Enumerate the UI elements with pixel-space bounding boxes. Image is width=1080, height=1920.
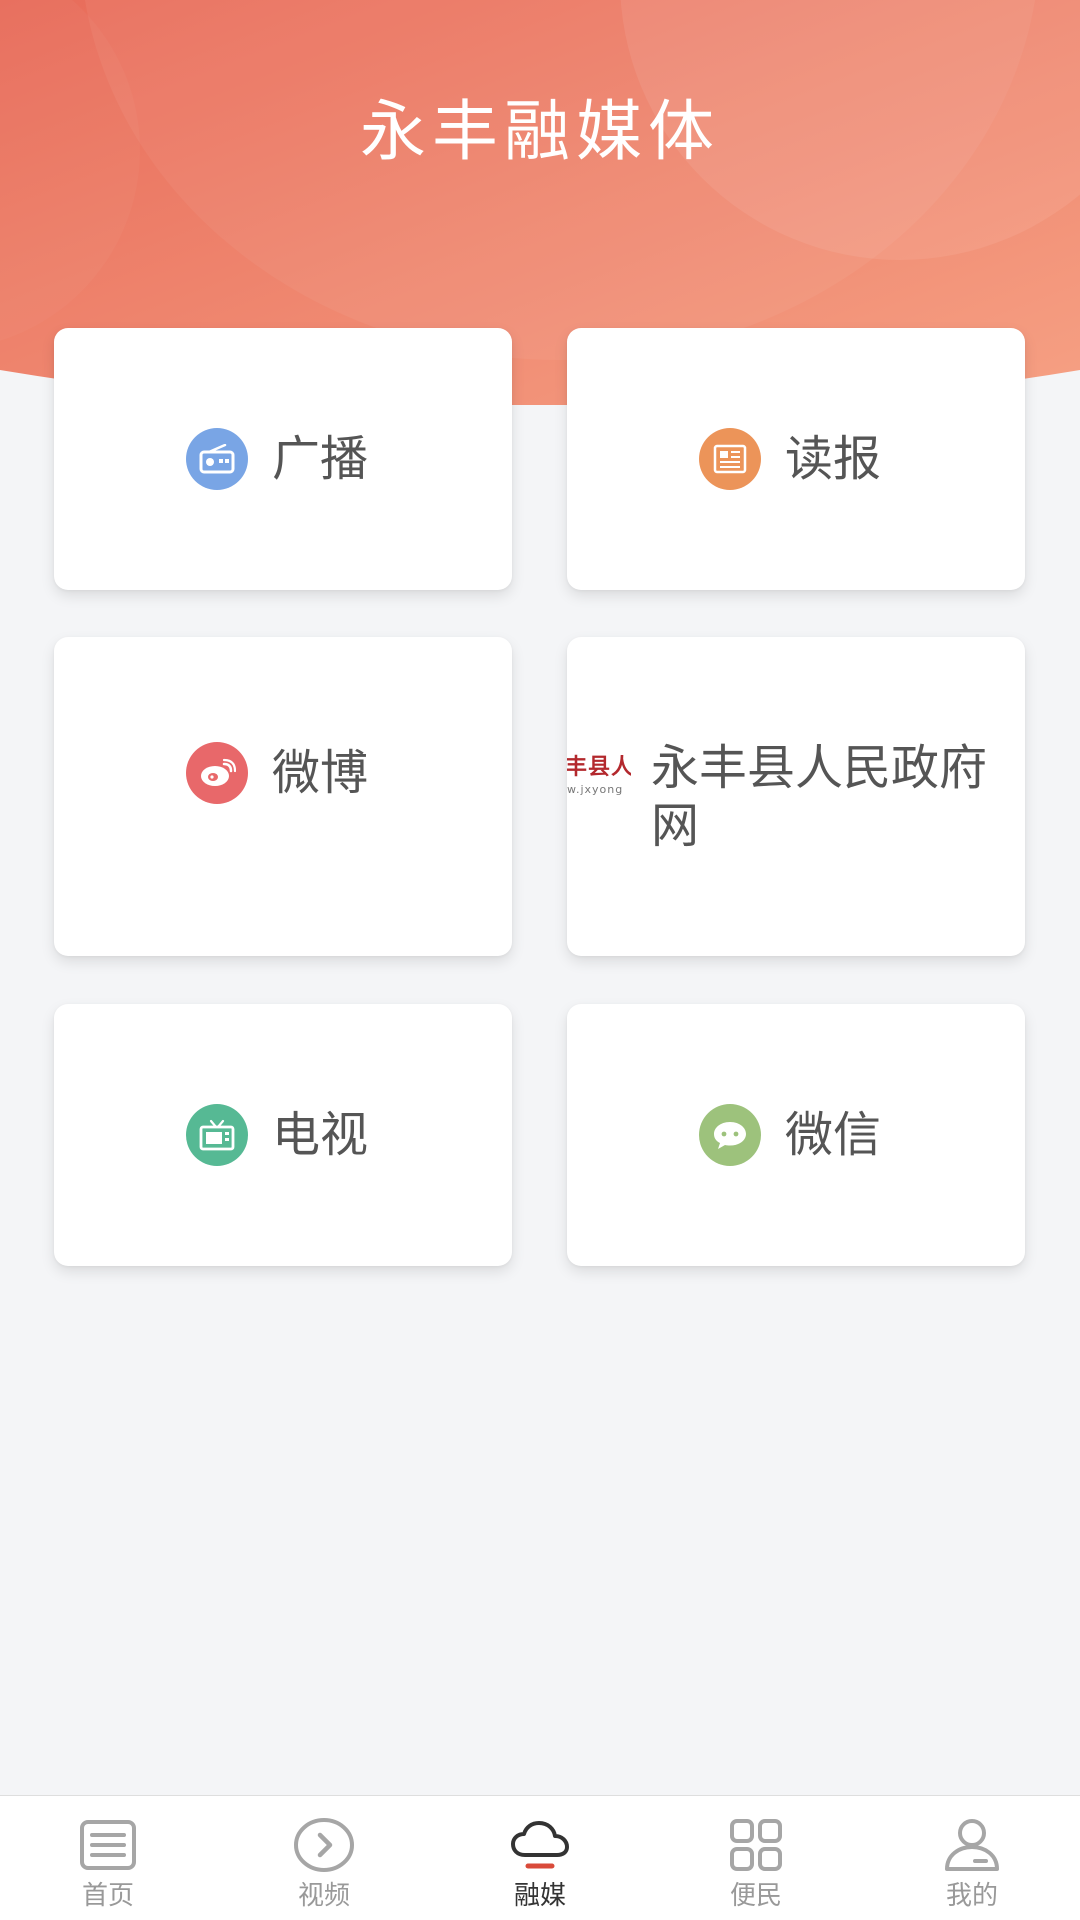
user-icon [941, 1814, 1003, 1876]
nav-label-video: 视频 [297, 1881, 350, 1911]
page-title: 永丰融媒体 [360, 93, 720, 170]
gov-logo: 丰县人 w.jxyong [567, 755, 631, 796]
card-gov-website[interactable]: 丰县人 w.jxyong 永丰县人民政府网 [567, 637, 1025, 956]
wechat-icon [699, 1104, 761, 1166]
nav-item-home[interactable]: 首页 [0, 1796, 216, 1920]
card-label-weibo: 微博 [272, 745, 369, 801]
nav-item-services[interactable]: 便民 [648, 1796, 864, 1920]
nav-label-mine: 我的 [945, 1881, 998, 1911]
bottom-nav: 首页 视频 融媒 便民 我的 [0, 1795, 1080, 1920]
nav-item-mine[interactable]: 我的 [864, 1796, 1080, 1920]
card-label-radio: 广播 [272, 431, 369, 487]
tv-icon [186, 1104, 248, 1166]
news-list-icon [77, 1814, 139, 1876]
nav-label-home: 首页 [81, 1881, 134, 1911]
card-tv[interactable]: 电视 [54, 1004, 512, 1266]
card-label-newspaper: 读报 [785, 431, 882, 487]
nav-label-services: 便民 [729, 1881, 782, 1911]
play-circle-icon [293, 1814, 355, 1876]
cloud-icon [509, 1814, 571, 1876]
nav-item-media[interactable]: 融媒 [432, 1796, 648, 1920]
card-newspaper[interactable]: 读报 [567, 328, 1025, 590]
newspaper-icon [699, 428, 761, 490]
card-radio[interactable]: 广播 [54, 328, 512, 590]
page: 永丰融媒体 广播 读报 微博 丰县人 w.jxyong 永丰县人民政府网 电视 … [0, 0, 1080, 1920]
card-label-wechat: 微信 [785, 1107, 882, 1163]
card-weibo[interactable]: 微博 [54, 637, 512, 956]
card-label-gov-website: 永丰县人民政府网 [651, 740, 988, 854]
grid-icon [725, 1814, 787, 1876]
nav-label-media: 融媒 [513, 1881, 566, 1911]
nav-item-video[interactable]: 视频 [216, 1796, 432, 1920]
card-wechat[interactable]: 微信 [567, 1004, 1025, 1266]
card-label-tv: 电视 [272, 1107, 369, 1163]
weibo-icon [186, 742, 248, 804]
radio-icon [186, 428, 248, 490]
